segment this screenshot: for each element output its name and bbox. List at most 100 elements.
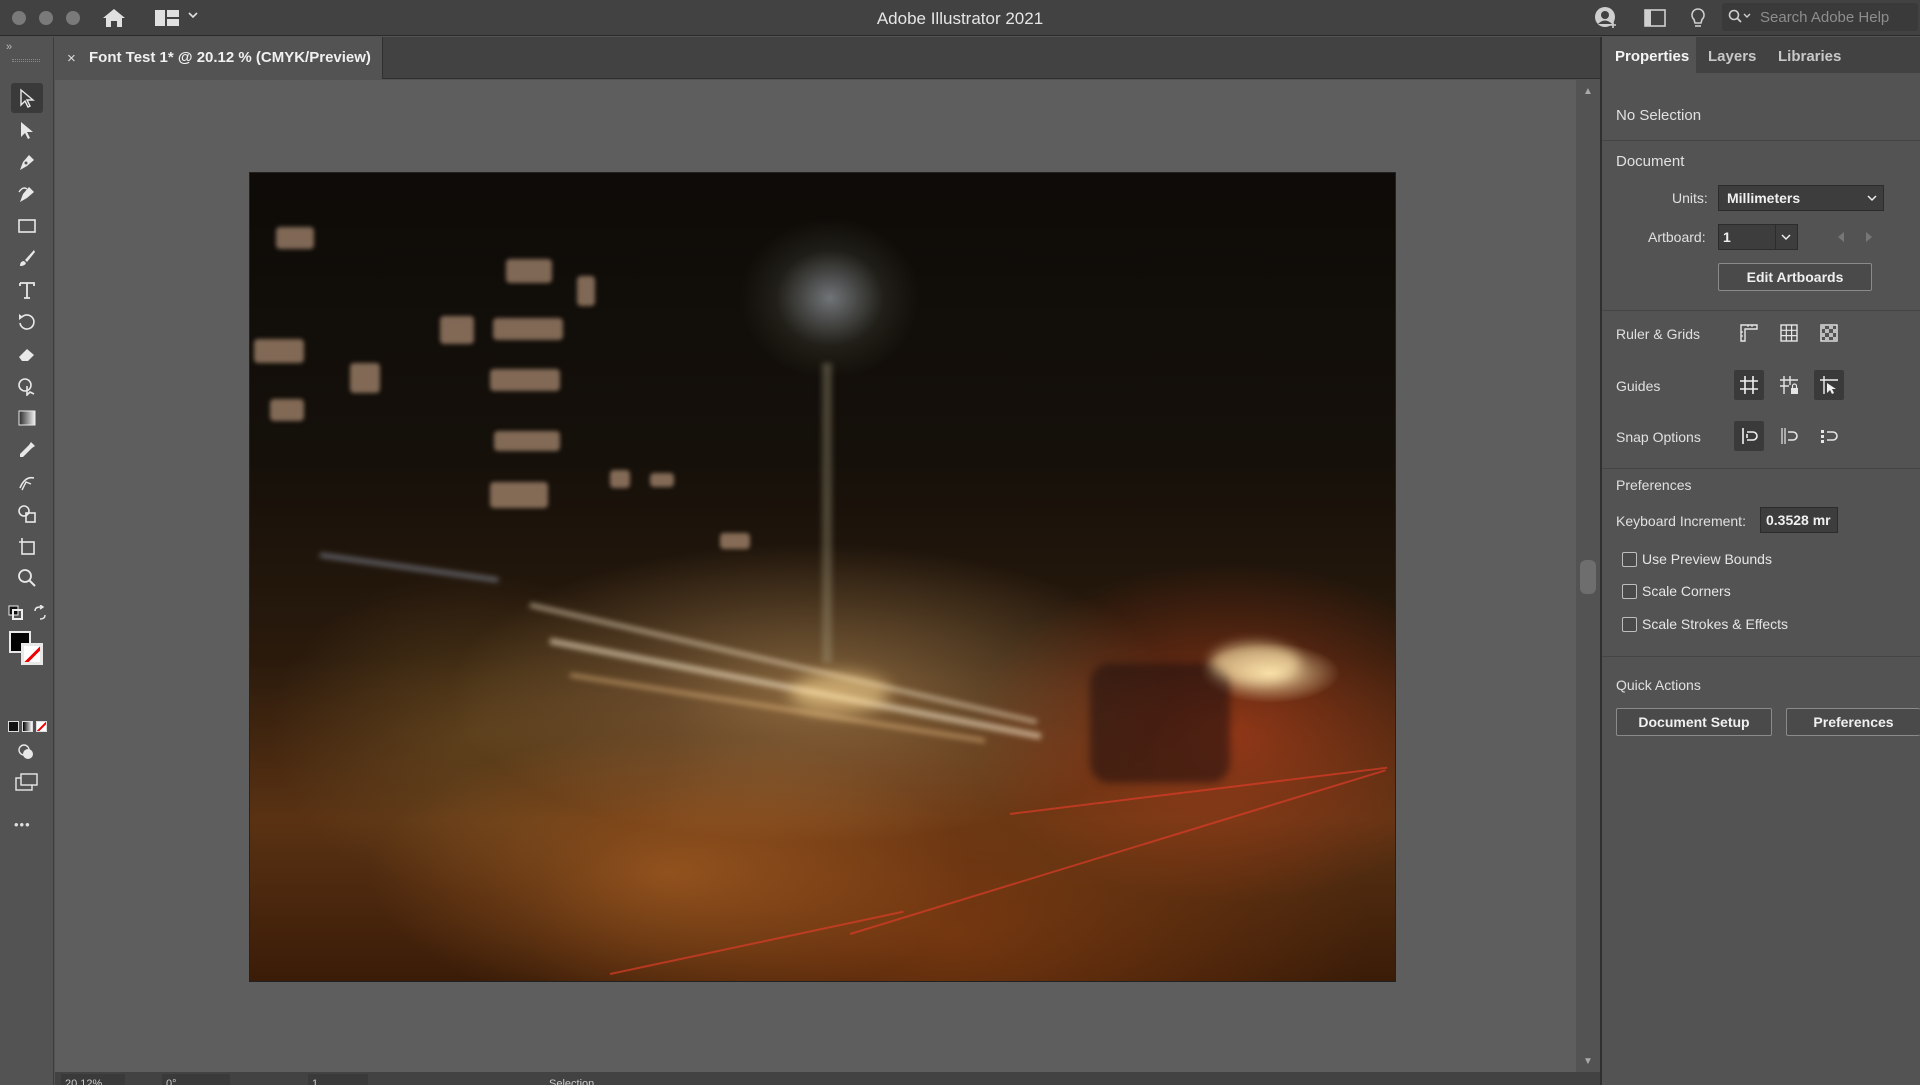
- puppet-warp-tool[interactable]: [11, 371, 43, 401]
- gradient-button[interactable]: [22, 721, 33, 732]
- gradient-icon: [18, 410, 36, 426]
- selection-arrow-icon: [20, 88, 35, 108]
- document-section-title: Document: [1616, 153, 1685, 170]
- tab-properties[interactable]: Properties: [1602, 37, 1696, 73]
- pen-icon: [20, 155, 34, 170]
- artboard-navigation-field[interactable]: 1: [308, 1074, 368, 1085]
- scale-strokes-effects-label: Scale Strokes & Effects: [1642, 616, 1789, 632]
- snap-to-point-icon: [1742, 428, 1758, 444]
- curvature-tool[interactable]: [11, 179, 43, 209]
- lightbulb-icon[interactable]: [1686, 6, 1710, 30]
- app-title: Adobe Illustrator 2021: [876, 9, 1044, 28]
- draw-mode-icon[interactable]: [17, 743, 35, 761]
- document-setup-button[interactable]: Document Setup: [1616, 708, 1772, 736]
- zoom-field[interactable]: 20.12%: [61, 1074, 125, 1085]
- blend-icon: [19, 476, 35, 491]
- scrollbar-thumb[interactable]: [1580, 560, 1596, 594]
- guides-label: Guides: [1616, 378, 1661, 394]
- artboard-dropdown[interactable]: 1: [1718, 224, 1798, 250]
- rulers-toggle[interactable]: [1734, 318, 1764, 348]
- shape-builder-tool[interactable]: [11, 499, 43, 529]
- type-tool[interactable]: [11, 275, 43, 305]
- color-button[interactable]: [8, 721, 19, 732]
- show-guides-toggle[interactable]: [1734, 370, 1764, 400]
- arrange-documents-icon[interactable]: [1643, 6, 1667, 30]
- paintbrush-icon: [20, 250, 35, 266]
- units-label: Units:: [1672, 190, 1708, 206]
- grid-toggle[interactable]: [1774, 318, 1804, 348]
- use-preview-bounds-checkbox[interactable]: [1622, 552, 1637, 567]
- smart-guides-toggle[interactable]: [1814, 370, 1844, 400]
- current-tool-label: Selection: [549, 1078, 595, 1085]
- artboard-tool[interactable]: [11, 531, 43, 561]
- edit-artboards-button[interactable]: Edit Artboards: [1718, 263, 1872, 291]
- chevron-down-icon: [1781, 234, 1791, 241]
- rectangle-icon: [18, 219, 36, 233]
- artboard-icon: [19, 538, 35, 555]
- next-artboard-icon[interactable]: [1864, 231, 1874, 243]
- edit-toolbar-button[interactable]: •••: [14, 817, 31, 832]
- snap-to-pixel-toggle[interactable]: [1814, 421, 1844, 451]
- units-dropdown[interactable]: Millimeters: [1718, 185, 1884, 211]
- stroke-swatch[interactable]: [21, 643, 43, 665]
- tab-properties-label: Properties: [1615, 48, 1690, 65]
- eraser-icon: [19, 349, 34, 361]
- scroll-up-arrow-icon[interactable]: ▲: [1583, 86, 1593, 97]
- zoom-tool[interactable]: [11, 563, 43, 593]
- transparency-grid-toggle[interactable]: [1814, 318, 1844, 348]
- snap-to-grid-toggle[interactable]: [1774, 421, 1804, 451]
- direct-selection-tool[interactable]: [11, 115, 43, 145]
- ruler-icon: [1740, 324, 1758, 342]
- canvas-area[interactable]: [55, 80, 1576, 1072]
- toolbar-grip[interactable]: [12, 59, 40, 62]
- pen-tool[interactable]: [11, 147, 43, 177]
- scale-corners-label: Scale Corners: [1642, 583, 1731, 599]
- shape-builder-icon: [18, 505, 36, 523]
- scale-strokes-effects-checkbox[interactable]: [1622, 617, 1637, 632]
- selection-tool[interactable]: [11, 83, 43, 113]
- collapse-toolbar-button[interactable]: »: [6, 41, 12, 53]
- smart-guides-icon: [1820, 376, 1838, 394]
- tab-libraries-label: Libraries: [1778, 48, 1842, 65]
- properties-panel: Properties Layers Libraries No Selection…: [1600, 37, 1920, 1085]
- units-value: Millimeters: [1727, 190, 1801, 206]
- default-fill-stroke-icon[interactable]: [8, 605, 24, 621]
- blend-tool[interactable]: [11, 467, 43, 497]
- swap-fill-stroke-icon[interactable]: [32, 605, 48, 621]
- vertical-scrollbar[interactable]: ▲ ▼: [1576, 80, 1600, 1072]
- user-icon[interactable]: [1594, 6, 1618, 30]
- document-tab[interactable]: × Font Test 1* @ 20.12 % (CMYK/Preview): [55, 37, 383, 79]
- keyboard-increment-input[interactable]: [1760, 507, 1838, 533]
- eraser-tool[interactable]: [11, 339, 43, 369]
- eyedropper-tool[interactable]: [11, 435, 43, 465]
- tab-libraries[interactable]: Libraries: [1766, 37, 1850, 73]
- none-button[interactable]: [36, 721, 47, 732]
- curvature-icon: [18, 187, 34, 202]
- lock-guides-toggle[interactable]: [1774, 370, 1804, 400]
- snap-to-pixel-icon: [1821, 430, 1838, 443]
- panel-tab-bar: Properties Layers Libraries: [1602, 37, 1920, 73]
- chevron-down-icon: [1867, 195, 1877, 202]
- preferences-section-title: Preferences: [1616, 477, 1692, 493]
- scale-corners-checkbox[interactable]: [1622, 584, 1637, 599]
- paintbrush-tool[interactable]: [11, 243, 43, 273]
- previous-artboard-icon[interactable]: [1836, 231, 1846, 243]
- tools-panel: » •••: [0, 37, 54, 1085]
- snap-to-point-toggle[interactable]: [1734, 421, 1764, 451]
- close-tab-icon[interactable]: ×: [67, 50, 76, 67]
- tab-layers[interactable]: Layers: [1696, 37, 1766, 73]
- scroll-down-arrow-icon[interactable]: ▼: [1583, 1056, 1593, 1067]
- artboard-night-street-photo[interactable]: [249, 172, 1396, 982]
- search-input[interactable]: [1758, 7, 1913, 27]
- rotation-field[interactable]: 0°: [162, 1074, 230, 1085]
- title-bar: Adobe Illustrator 2021: [0, 0, 1920, 36]
- rectangle-tool[interactable]: [11, 211, 43, 241]
- puppet-warp-icon: [18, 378, 35, 396]
- artboard-value: 1: [1723, 229, 1731, 245]
- type-icon: [19, 282, 35, 299]
- screen-mode-icon[interactable]: [15, 773, 39, 791]
- fill-stroke-swatches[interactable]: [9, 631, 43, 665]
- gradient-tool[interactable]: [11, 403, 43, 433]
- rotate-tool[interactable]: [11, 307, 43, 337]
- preferences-button[interactable]: Preferences: [1786, 708, 1920, 736]
